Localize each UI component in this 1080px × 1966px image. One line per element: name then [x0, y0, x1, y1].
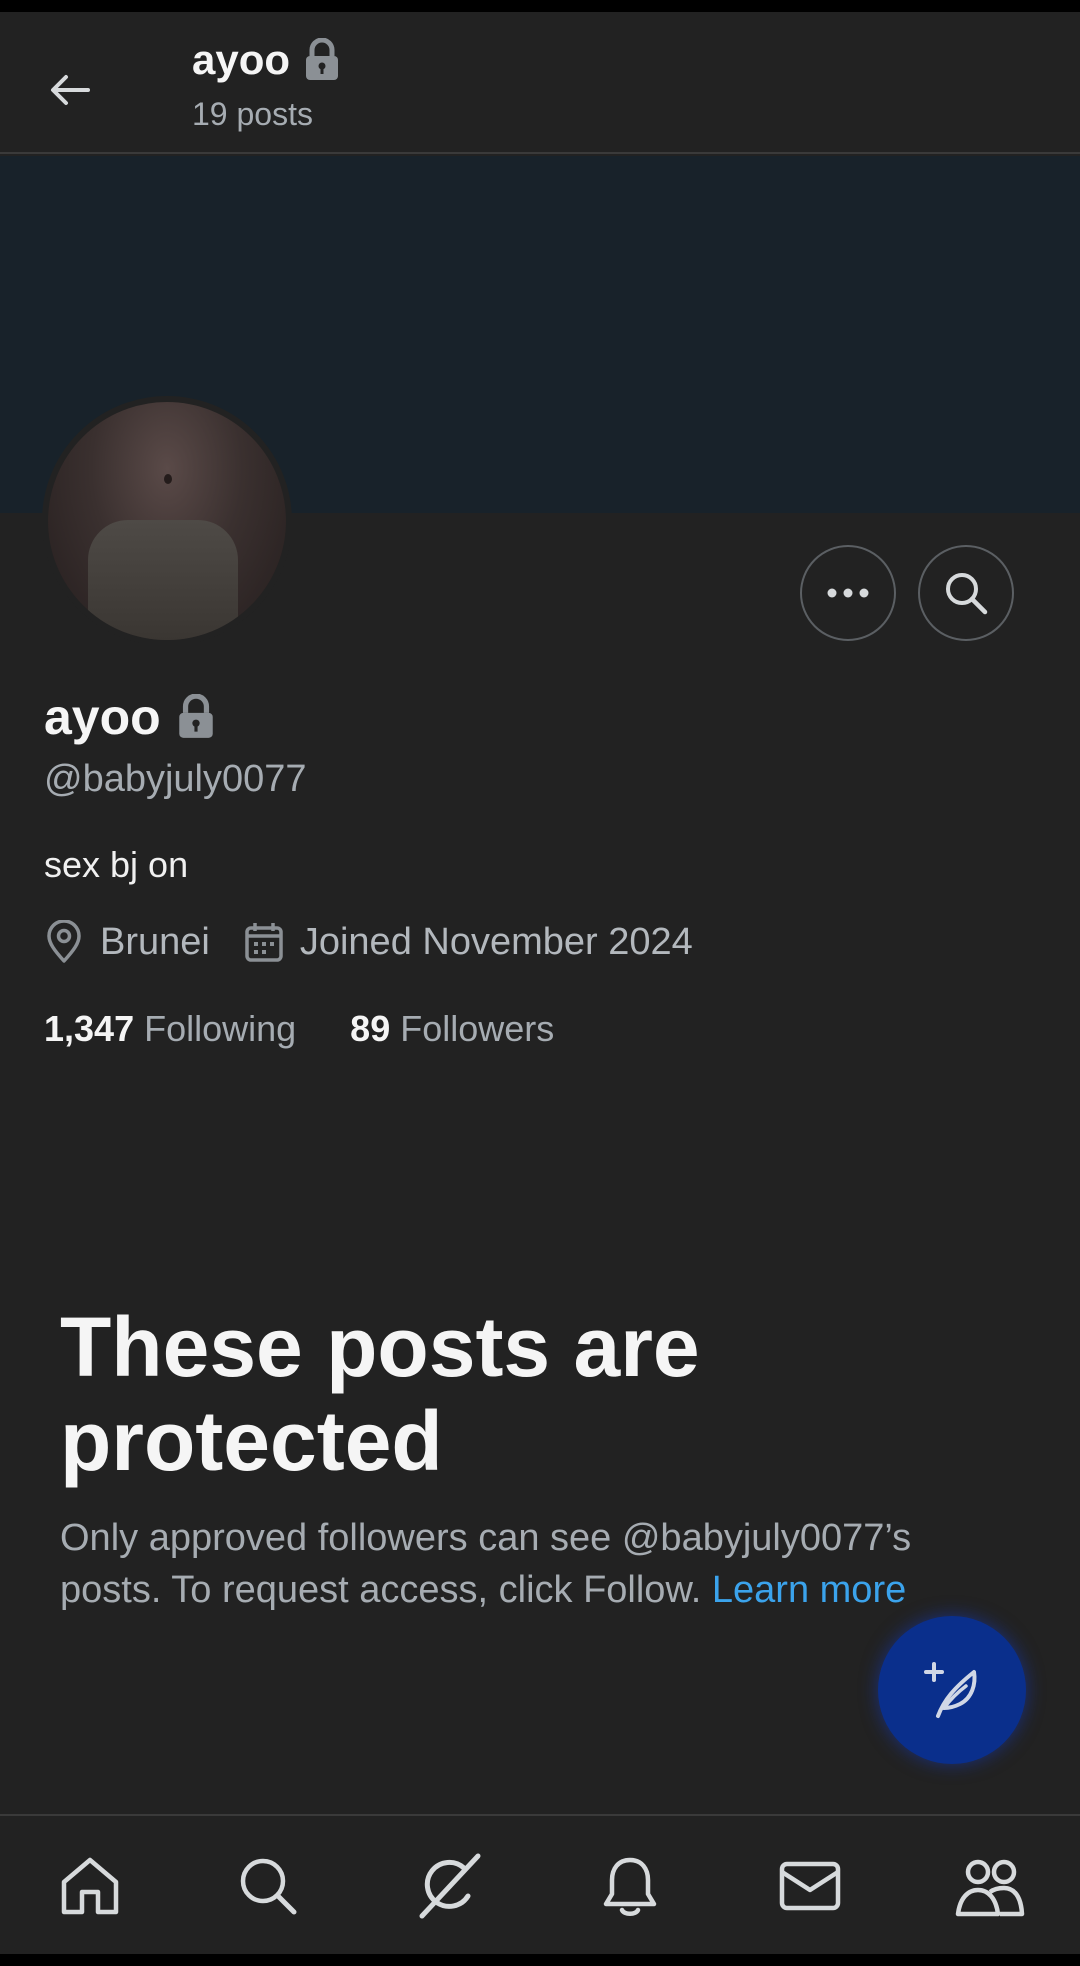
profile-bio: sex bj on: [44, 844, 189, 885]
profile-name: ayoo: [44, 689, 161, 745]
header-posts-count: 19 posts: [192, 96, 313, 132]
grok-icon: [419, 1853, 481, 1919]
followers-link[interactable]: 89 Followers: [350, 1008, 554, 1050]
following-count: 1,347: [44, 1008, 135, 1049]
followers-label: Followers: [400, 1008, 555, 1049]
mail-icon: [779, 1861, 841, 1911]
following-label: Following: [144, 1008, 297, 1049]
profile-handle: @babyjuly0077: [44, 758, 307, 800]
nav-communities[interactable]: [942, 1838, 1038, 1934]
more-horizontal-icon: [827, 588, 869, 598]
more-options-button[interactable]: [800, 545, 896, 641]
header-name: ayoo: [192, 36, 291, 83]
location-text: Brunei: [100, 920, 210, 963]
joined-text: Joined November 2024: [299, 920, 693, 963]
search-icon: [946, 573, 988, 615]
nav-messages[interactable]: [762, 1838, 858, 1934]
learn-more-link[interactable]: Learn more: [712, 1569, 906, 1611]
profile-screen: ayoo 19 posts ayoo @babyjuly0077 sex bj …: [0, 12, 1080, 1954]
back-button[interactable]: [38, 58, 102, 122]
top-app-bar: ayoo 19 posts: [0, 12, 1080, 154]
follow-counts-row: 1,347 Following 89 Followers: [44, 1008, 608, 1050]
avatar-photo-detail: [88, 520, 238, 640]
arrow-left-icon: [51, 75, 90, 105]
nav-home[interactable]: [42, 1838, 138, 1934]
header-title-row: ayoo: [192, 36, 340, 84]
avatar-photo-detail: [164, 474, 172, 484]
bottom-navigation: [0, 1814, 1080, 1954]
search-icon: [240, 1858, 297, 1915]
following-link[interactable]: 1,347 Following: [44, 1008, 296, 1050]
communities-icon: [955, 1859, 1025, 1917]
followers-count: 89: [350, 1008, 391, 1049]
bell-icon: [603, 1857, 657, 1916]
avatar[interactable]: [42, 396, 292, 646]
profile-search-button[interactable]: [918, 545, 1014, 641]
nav-notifications[interactable]: [582, 1838, 678, 1934]
calendar-icon: [245, 923, 283, 962]
protected-description: Only approved followers can see @babyjul…: [60, 1512, 1000, 1617]
home-icon: [61, 1857, 119, 1915]
lock-icon: [306, 38, 339, 80]
nav-grok[interactable]: [402, 1838, 498, 1934]
profile-meta-row: Brunei Joined November 2024: [44, 920, 727, 964]
nav-explore[interactable]: [220, 1838, 316, 1934]
profile-name-row: ayoo: [44, 688, 215, 746]
protected-title: These posts are protected: [60, 1300, 700, 1489]
location-item: Brunei: [44, 920, 210, 964]
lock-icon: [178, 694, 213, 738]
compose-post-icon: [924, 1662, 977, 1718]
joined-item: Joined November 2024: [244, 921, 693, 964]
compose-post-button[interactable]: [878, 1616, 1026, 1764]
location-pin-icon: [47, 920, 81, 963]
